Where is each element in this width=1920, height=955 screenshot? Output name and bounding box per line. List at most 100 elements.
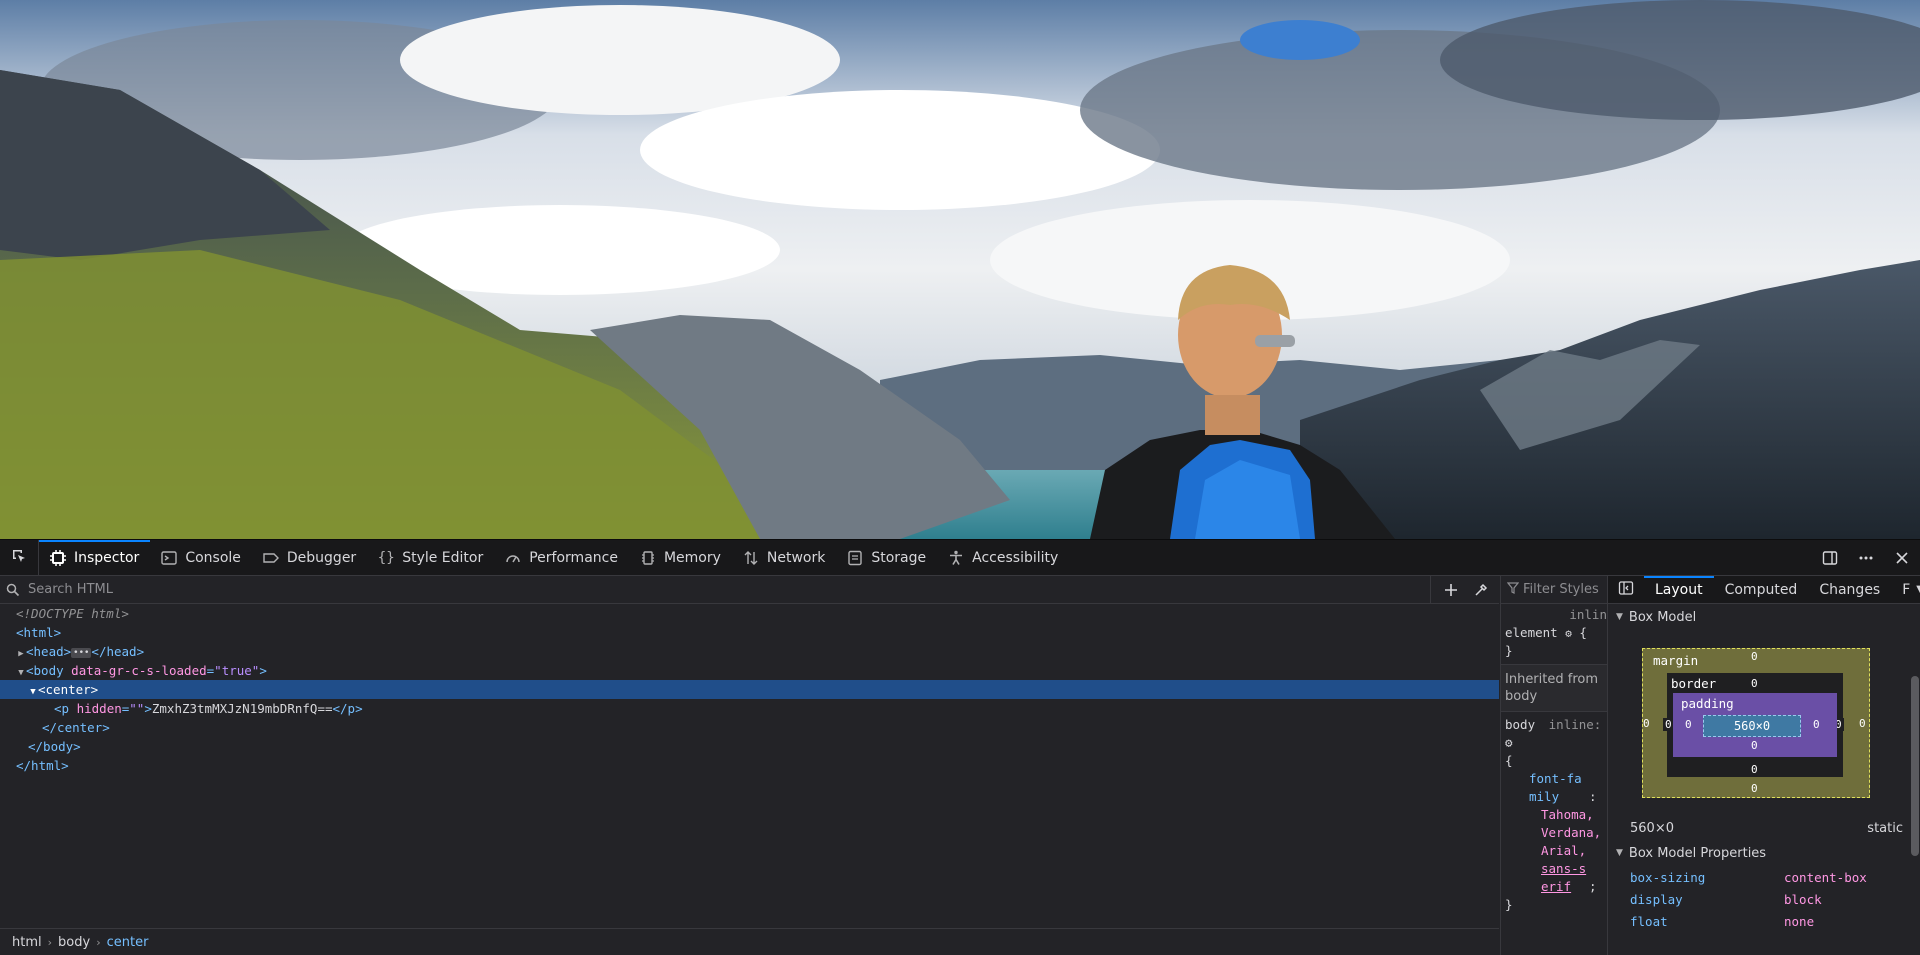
dock-side-icon[interactable] xyxy=(1820,548,1840,568)
highlight-element-icon[interactable]: ⚙ xyxy=(1565,627,1572,640)
property-value: Arial, xyxy=(1541,843,1587,858)
tab-label: Storage xyxy=(871,549,927,566)
element-selector: element xyxy=(1505,625,1558,640)
box-model-margin[interactable]: margin 0 0 0 0 border 0 0 0 0 padding 0 … xyxy=(1642,648,1870,798)
dom-node-body-close[interactable]: </body> xyxy=(0,737,1499,756)
element-dimensions: 560×0 xyxy=(1630,820,1674,836)
mountain-landscape-photo xyxy=(0,0,1920,539)
tab-fonts[interactable]: F xyxy=(1891,576,1914,603)
element-position: static xyxy=(1867,820,1903,836)
attr-value: "" xyxy=(129,701,145,716)
collapse-triangle-icon: ▼ xyxy=(1616,612,1623,622)
breadcrumb-html[interactable]: html xyxy=(12,935,42,950)
dom-node-p[interactable]: <p hidden="">ZmxhZ3tmMXJzN19mbDRnfQ==</p… xyxy=(0,699,1499,718)
close-brace: } xyxy=(1505,897,1513,912)
tab-memory[interactable]: Memory xyxy=(629,540,732,575)
debugger-icon xyxy=(263,550,279,566)
tab-style-editor[interactable]: {} Style Editor xyxy=(367,540,494,575)
search-html-input[interactable] xyxy=(26,581,1410,598)
p-open-tag: <p xyxy=(54,701,70,716)
box-model-property-row: display block xyxy=(1608,888,1920,910)
dom-node-head[interactable]: ▶ <head> ••• </head> xyxy=(0,642,1499,661)
border-bottom-value[interactable]: 0 xyxy=(1749,763,1760,776)
tab-network[interactable]: Network xyxy=(732,540,836,575)
console-icon xyxy=(161,550,178,566)
element-picker-button[interactable] xyxy=(0,540,39,575)
property-value: block xyxy=(1784,891,1822,907)
padding-left-value[interactable]: 0 xyxy=(1683,718,1694,731)
toggle-sidebar-button[interactable] xyxy=(1608,576,1644,603)
inline-source-link[interactable]: inlin xyxy=(1505,606,1607,624)
eyedropper-icon[interactable] xyxy=(1471,580,1491,600)
tab-label: Accessibility xyxy=(972,549,1059,566)
dom-node-center-selected[interactable]: ▼ <center> xyxy=(0,680,1499,699)
inline-source-link[interactable]: inline: xyxy=(1549,717,1602,732)
margin-right-value[interactable]: 0 xyxy=(1857,717,1868,730)
add-node-icon[interactable] xyxy=(1441,580,1461,600)
property-value: Tahoma, xyxy=(1541,807,1594,822)
center-close-tag: </center> xyxy=(42,720,110,735)
padding-right-value[interactable]: 0 xyxy=(1811,718,1822,731)
dom-node-html-close[interactable]: </html> xyxy=(0,756,1499,775)
tab-label: Console xyxy=(185,549,241,566)
filter-styles-bar[interactable]: Filter Styles xyxy=(1501,576,1607,604)
property-value: content-box xyxy=(1784,869,1867,885)
border-top-value[interactable]: 0 xyxy=(1749,677,1760,690)
tab-changes[interactable]: Changes xyxy=(1808,576,1891,603)
storage-icon xyxy=(847,550,863,566)
padding-bottom-value[interactable]: 0 xyxy=(1749,739,1760,752)
tab-layout[interactable]: Layout xyxy=(1644,576,1714,603)
breadcrumb-center[interactable]: center xyxy=(107,935,149,950)
dom-node-doctype[interactable]: <!DOCTYPE html> xyxy=(0,604,1499,623)
declaration-font-family[interactable]: font-family: Tahoma, Verdana, Arial, san… xyxy=(1505,770,1607,896)
chevron-right-icon: › xyxy=(96,935,101,949)
p-close-tag: </p> xyxy=(332,701,363,716)
box-model-section-header[interactable]: ▼ Box Model xyxy=(1608,604,1920,630)
section-title: Box Model xyxy=(1628,609,1697,625)
highlight-element-icon[interactable]: ⚙ xyxy=(1505,734,1607,752)
tab-storage[interactable]: Storage xyxy=(836,540,937,575)
center-open-tag: <center> xyxy=(38,682,99,697)
tab-debugger[interactable]: Debugger xyxy=(252,540,367,575)
margin-bottom-value[interactable]: 0 xyxy=(1749,782,1760,795)
more-options-icon[interactable] xyxy=(1856,548,1876,568)
property-name: box-sizing xyxy=(1630,869,1706,885)
html-close-tag: </html> xyxy=(16,758,69,773)
filter-styles-placeholder: Filter Styles xyxy=(1523,582,1599,597)
tab-console[interactable]: Console xyxy=(150,540,252,575)
tab-inspector[interactable]: Inspector xyxy=(39,540,151,575)
tab-computed[interactable]: Computed xyxy=(1714,576,1809,603)
tab-accessibility[interactable]: Accessibility xyxy=(937,540,1069,575)
box-model-content-size[interactable]: 560×0 xyxy=(1703,715,1801,737)
close-brace: } xyxy=(1505,643,1513,658)
close-icon[interactable] xyxy=(1892,548,1912,568)
dom-node-body[interactable]: ▼ <body data-gr-c-s-loaded="true"> xyxy=(0,661,1499,680)
attr-name: data-gr-c-s-loaded xyxy=(71,663,207,678)
body-open-tag: <body xyxy=(26,663,64,678)
property-value: none xyxy=(1784,913,1815,929)
element-rule: element ⚙ { xyxy=(1505,624,1607,642)
markup-view: <!DOCTYPE html> <html> ▶<head>•••</head>… xyxy=(0,576,1499,955)
margin-top-value[interactable]: 0 xyxy=(1749,650,1760,663)
sidebar-scrollbar[interactable] xyxy=(1911,676,1919,856)
dom-node-center-close[interactable]: </center> xyxy=(0,718,1499,737)
breadcrumb-body[interactable]: body xyxy=(58,935,90,950)
tab-label: Memory xyxy=(663,549,721,566)
margin-label: margin xyxy=(1653,653,1699,668)
html-open-tag: <html> xyxy=(16,625,62,640)
box-model-property-row: float none xyxy=(1608,910,1920,932)
box-model-border[interactable]: border 0 0 0 0 padding 0 0 0 560×0 xyxy=(1663,673,1844,777)
box-model-padding[interactable]: padding 0 0 0 560×0 xyxy=(1673,693,1837,757)
element-dimensions-row: 560×0 static xyxy=(1608,816,1920,840)
margin-left-value[interactable]: 0 xyxy=(1641,717,1652,730)
tabs-overflow-icon[interactable]: ▼ xyxy=(1914,576,1920,603)
box-model-property-row: box-sizing content-box xyxy=(1608,866,1920,888)
collapsed-ellipsis-icon[interactable]: ••• xyxy=(71,648,92,658)
box-model-properties-header[interactable]: ▼ Box Model Properties xyxy=(1608,840,1920,866)
filter-icon xyxy=(1506,581,1520,598)
dom-node-html[interactable]: <html> xyxy=(0,623,1499,642)
tab-performance[interactable]: Performance xyxy=(494,540,629,575)
devtools-toolbar: Inspector Console Debugger {} Style Edit… xyxy=(0,540,1920,576)
box-model-diagram: margin 0 0 0 0 border 0 0 0 0 padding 0 … xyxy=(1608,630,1920,816)
property-value-link[interactable]: sans-serif xyxy=(1541,860,1589,896)
